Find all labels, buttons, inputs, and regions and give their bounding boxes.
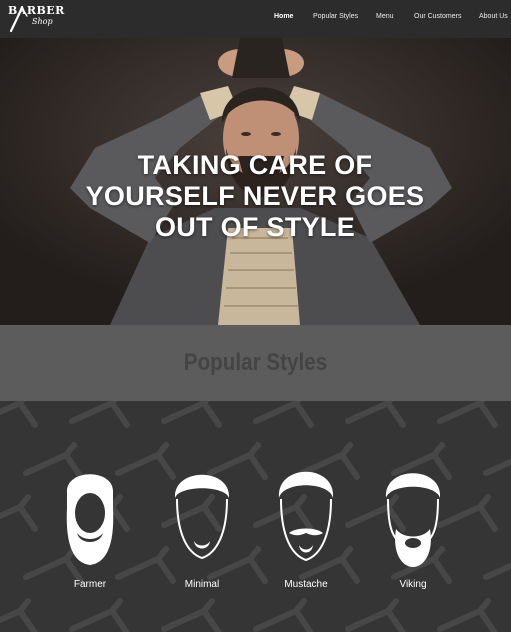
style-card-viking[interactable]: Viking (378, 463, 448, 598)
nav-popular-styles[interactable]: Popular Styles (313, 13, 358, 20)
hero-title-line-1: TAKING CARE OF (137, 150, 373, 180)
popular-styles-grid: Farmer Minimal Mustache Viking (0, 401, 511, 632)
style-label-minimal: Minimal (184, 579, 220, 590)
section-title: Popular Styles (183, 349, 328, 376)
style-card-farmer[interactable]: Farmer (55, 463, 125, 598)
logo-sub: Shop (32, 17, 53, 26)
nav-our-customers[interactable]: Our Customers (414, 13, 461, 20)
hero-title: TAKING CARE OF YOURSELF NEVER GOES OUT O… (60, 150, 450, 243)
brand-logo[interactable]: BARBER Shop (8, 3, 64, 35)
nav-home[interactable]: Home (274, 13, 293, 20)
nav-menu[interactable]: Menu (376, 13, 394, 20)
popular-styles-header: Popular Styles (0, 325, 511, 401)
beard-farmer-icon (66, 474, 114, 565)
style-card-minimal[interactable]: Minimal (167, 463, 237, 598)
style-label-mustache: Mustache (284, 579, 328, 590)
hero-title-line-3: OUT OF STYLE (154, 212, 356, 242)
nav-about-us[interactable]: About Us (479, 13, 508, 20)
logo-word: BARBER (8, 4, 65, 17)
style-label-farmer: Farmer (73, 579, 107, 590)
top-nav: BARBER Shop Home Popular Styles Menu Our… (0, 0, 511, 38)
beard-minimal-icon (174, 474, 230, 560)
style-label-viking: Viking (399, 579, 427, 590)
beard-viking-icon (385, 473, 441, 567)
beard-mustache-icon (278, 471, 334, 562)
hero-title-line-2: YOURSELF NEVER GOES (85, 181, 425, 211)
hero-banner: TAKING CARE OF YOURSELF NEVER GOES OUT O… (0, 38, 511, 325)
style-card-mustache[interactable]: Mustache (271, 463, 341, 598)
